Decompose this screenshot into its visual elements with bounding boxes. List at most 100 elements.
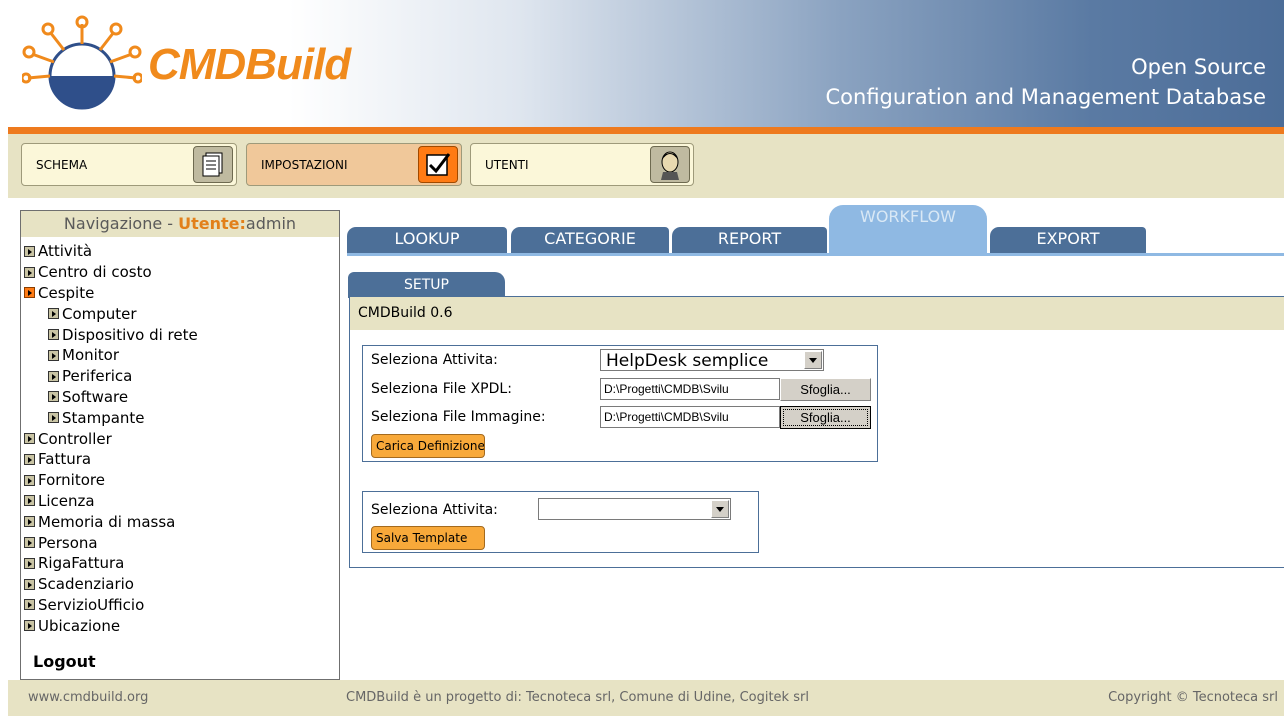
logo-text: CMDBuild: [148, 40, 351, 89]
collapsed-node-icon[interactable]: [24, 453, 35, 465]
module-utenti-button[interactable]: UTENTI: [470, 143, 694, 186]
nav-item[interactable]: Persona: [24, 532, 339, 553]
nav-item-label: Periferica: [62, 367, 133, 386]
nav-item[interactable]: Controller: [24, 428, 339, 449]
nav-item[interactable]: Periferica: [24, 366, 339, 387]
nav-item-label: Licenza: [38, 491, 95, 510]
nav-item[interactable]: RigaFattura: [24, 553, 339, 574]
expanded-node-icon[interactable]: [24, 287, 35, 299]
chevron-down-icon: [711, 500, 729, 518]
subtab-setup[interactable]: SETUP: [348, 272, 505, 298]
activity-label: Seleziona Attivita:: [371, 352, 498, 368]
nav-item[interactable]: Scadenziario: [24, 574, 339, 595]
navigation-title: Navigazione -: [63, 214, 179, 233]
nav-item[interactable]: Dispositivo di rete: [24, 324, 339, 345]
collapsed-node-icon[interactable]: [24, 620, 35, 632]
navigation-panel: Navigazione - Utente:admin Attività Centr…: [20, 210, 340, 680]
nav-item[interactable]: Attività: [24, 241, 339, 262]
collapsed-node-icon[interactable]: [24, 537, 35, 549]
nav-item-label: Stampante: [62, 408, 145, 427]
collapsed-node-icon[interactable]: [48, 308, 59, 320]
nav-item-label: Monitor: [62, 346, 120, 365]
tagline-line2: Configuration and Management Database: [825, 85, 1267, 109]
module-schema-label: SCHEMA: [36, 157, 88, 172]
footer-website-link[interactable]: www.cmdbuild.org: [28, 690, 148, 705]
navigation-tree: Attività Centro di costo Cespite Computer Di…: [21, 237, 339, 636]
app-footer: www.cmdbuild.org CMDBuild è un progetto …: [8, 680, 1284, 716]
nav-item-label: Controller: [38, 429, 112, 448]
collapsed-node-icon[interactable]: [48, 329, 59, 341]
image-label: Seleziona File Immagine:: [371, 409, 546, 425]
user-name: admin: [245, 214, 297, 233]
tab-report[interactable]: REPORT: [672, 227, 827, 253]
image-browse-button[interactable]: Sfoglia...: [780, 406, 871, 429]
app-header: CMDBuild Open Source Configuration and M…: [8, 0, 1284, 128]
collapsed-node-icon[interactable]: [24, 578, 35, 590]
logout-link[interactable]: Logout: [33, 652, 96, 671]
nav-item[interactable]: Fornitore: [24, 470, 339, 491]
nav-item[interactable]: Stampante: [24, 407, 339, 428]
nav-item-label: ServizioUfficio: [38, 595, 145, 614]
collapsed-node-icon[interactable]: [24, 245, 35, 257]
footer-copyright: Copyright © Tecnoteca srl: [1108, 690, 1278, 705]
collapsed-node-icon[interactable]: [48, 349, 59, 361]
chevron-down-icon: [804, 351, 822, 369]
module-utenti-label: UTENTI: [485, 157, 529, 172]
collapsed-node-icon[interactable]: [24, 266, 35, 278]
template-save-form: Seleziona Attivita: Salva Template: [362, 491, 759, 553]
nav-item-label: Dispositivo di rete: [62, 325, 198, 344]
nav-item-label: Ubicazione: [38, 616, 121, 635]
collapsed-node-icon[interactable]: [48, 412, 59, 424]
collapsed-node-icon[interactable]: [24, 599, 35, 611]
collapsed-node-icon[interactable]: [48, 370, 59, 382]
schema-icon: [193, 146, 233, 183]
load-definition-button[interactable]: Carica Definizione: [371, 434, 485, 458]
nav-item[interactable]: Fattura: [24, 449, 339, 470]
collapsed-node-icon[interactable]: [24, 495, 35, 507]
tab-export[interactable]: EXPORT: [990, 227, 1146, 253]
nav-item[interactable]: Licenza: [24, 491, 339, 512]
panel-title: CMDBuild 0.6: [350, 297, 1284, 330]
tab-lookup[interactable]: LOOKUP: [347, 227, 507, 253]
nav-item[interactable]: Memoria di massa: [24, 511, 339, 532]
nav-item-label: RigaFattura: [38, 554, 125, 573]
module-schema-button[interactable]: SCHEMA: [21, 143, 237, 186]
nav-item-label: Centro di costo: [38, 263, 152, 282]
nav-item-label: Persona: [38, 533, 98, 552]
settings-check-icon: [418, 146, 458, 183]
tab-workflow[interactable]: WORKFLOW: [829, 205, 987, 253]
setup-panel: CMDBuild 0.6 Seleziona Attivita: HelpDes…: [349, 296, 1284, 568]
nav-item-label: Fattura: [38, 450, 92, 469]
module-impostazioni-button[interactable]: IMPOSTAZIONI: [246, 143, 462, 186]
xpdl-label: Seleziona File XPDL:: [371, 381, 512, 397]
nav-item-label: Scadenziario: [38, 575, 134, 594]
nav-item-label: Computer: [62, 304, 137, 323]
tab-categorie[interactable]: CATEGORIE: [511, 227, 669, 253]
nav-item-label: Software: [62, 387, 129, 406]
xpdl-browse-button[interactable]: Sfoglia...: [780, 378, 871, 401]
activity-select[interactable]: HelpDesk semplice: [600, 349, 824, 371]
header-divider: [8, 127, 1284, 134]
nav-item[interactable]: Cespite: [24, 283, 339, 304]
tagline-line1: Open Source: [1131, 55, 1266, 79]
save-template-button[interactable]: Salva Template: [371, 526, 485, 550]
nav-item[interactable]: Ubicazione: [24, 615, 339, 636]
template-activity-label: Seleziona Attivita:: [371, 502, 498, 518]
nav-item[interactable]: Monitor: [24, 345, 339, 366]
tab-strip-underline: [347, 253, 1284, 256]
nav-item[interactable]: Computer: [24, 303, 339, 324]
nav-item[interactable]: ServizioUfficio: [24, 595, 339, 616]
collapsed-node-icon[interactable]: [24, 474, 35, 486]
module-impostazioni-label: IMPOSTAZIONI: [261, 157, 348, 172]
nav-item[interactable]: Centro di costo: [24, 262, 339, 283]
module-bar: SCHEMA IMPOSTAZIONI UTENTI: [8, 134, 1284, 198]
template-activity-select[interactable]: [538, 498, 731, 520]
image-file-input[interactable]: D:\Progetti\CMDB\Svilu: [600, 406, 780, 428]
collapsed-node-icon[interactable]: [24, 516, 35, 528]
xpdl-file-input[interactable]: D:\Progetti\CMDB\Svilu: [600, 378, 780, 400]
collapsed-node-icon[interactable]: [24, 557, 35, 569]
nav-item[interactable]: Software: [24, 387, 339, 408]
collapsed-node-icon[interactable]: [48, 391, 59, 403]
collapsed-node-icon[interactable]: [24, 433, 35, 445]
workflow-upload-form: Seleziona Attivita: HelpDesk semplice Se…: [362, 345, 878, 462]
